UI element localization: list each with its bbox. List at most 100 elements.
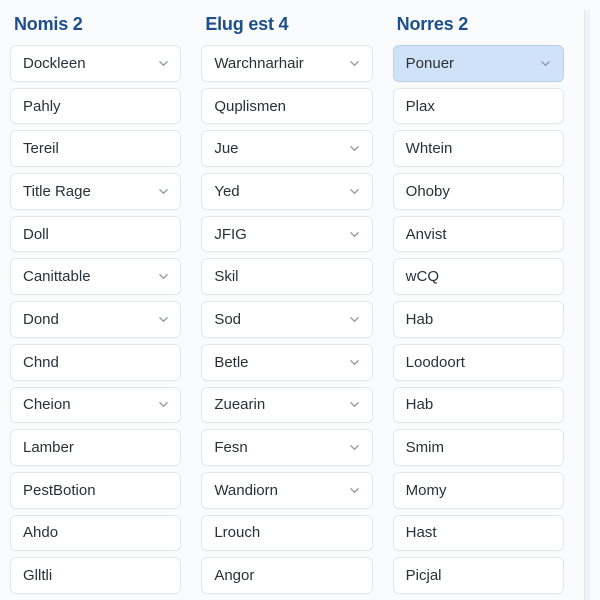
card-label: Hab: [406, 396, 434, 413]
chevron-down-icon: [539, 56, 553, 70]
chevron-down-icon: [156, 398, 170, 412]
column-nomis-2: Nomis 2 Dockleen Pahly Tereil Title Rage…: [10, 10, 181, 600]
card-item[interactable]: Smim: [393, 429, 564, 466]
card-label: Ohoby: [406, 183, 450, 200]
card-item[interactable]: Jue: [201, 130, 372, 167]
card-item[interactable]: Fesn: [201, 429, 372, 466]
card-label: Tereil: [23, 140, 59, 157]
card-item[interactable]: Chnd: [10, 344, 181, 381]
card-label: PestBotion: [23, 482, 96, 499]
chevron-down-icon: [156, 270, 170, 284]
card-item[interactable]: Quplismen: [201, 88, 372, 125]
card-item[interactable]: Tereil: [10, 130, 181, 167]
card-item[interactable]: JFIG: [201, 216, 372, 253]
card-label: Warchnarhair: [214, 55, 303, 72]
card-item[interactable]: Lamber: [10, 429, 181, 466]
chevron-down-icon: [348, 398, 362, 412]
card-label: Whtein: [406, 140, 453, 157]
card-item[interactable]: Ahdo: [10, 515, 181, 552]
card-label: Cheion: [23, 396, 71, 413]
card-item[interactable]: Pahly: [10, 88, 181, 125]
card-label: Picjal: [406, 567, 442, 584]
card-item[interactable]: Whtein: [393, 130, 564, 167]
card-label: Lamber: [23, 439, 74, 456]
card-label: Pahly: [23, 98, 61, 115]
card-label: Betle: [214, 354, 248, 371]
card-label: Momy: [406, 482, 447, 499]
card-item[interactable]: Ponuer: [393, 45, 564, 82]
column-header: Norres 2: [393, 10, 564, 45]
card-item[interactable]: Sod: [201, 301, 372, 338]
card-item[interactable]: Angor: [201, 557, 372, 594]
card-item[interactable]: Ohoby: [393, 173, 564, 210]
card-label: Glltli: [23, 567, 52, 584]
chevron-down-icon: [348, 142, 362, 156]
card-label: Chnd: [23, 354, 59, 371]
card-label: Ponuer: [406, 55, 454, 72]
chevron-down-icon: [156, 184, 170, 198]
column-header: Nomis 2: [10, 10, 181, 45]
card-label: Quplismen: [214, 98, 286, 115]
card-item[interactable]: Betle: [201, 344, 372, 381]
card-label: wCQ: [406, 268, 439, 285]
card-label: Canittable: [23, 268, 91, 285]
card-label: Dockleen: [23, 55, 86, 72]
chevron-down-icon: [348, 441, 362, 455]
card-item[interactable]: Cheion: [10, 387, 181, 424]
card-item[interactable]: Hab: [393, 387, 564, 424]
card-item[interactable]: Canittable: [10, 258, 181, 295]
card-item[interactable]: Skil: [201, 258, 372, 295]
card-label: Ahdo: [23, 524, 58, 541]
card-item[interactable]: Lrouch: [201, 515, 372, 552]
chevron-down-icon: [156, 312, 170, 326]
card-item[interactable]: Loodoort: [393, 344, 564, 381]
card-label: Hast: [406, 524, 437, 541]
board: Nomis 2 Dockleen Pahly Tereil Title Rage…: [0, 0, 600, 600]
card-label: Loodoort: [406, 354, 465, 371]
card-item[interactable]: Picjal: [393, 557, 564, 594]
column-header: Elug est 4: [201, 10, 372, 45]
chevron-down-icon: [348, 355, 362, 369]
edge-hint: [584, 10, 590, 600]
card-item[interactable]: Dond: [10, 301, 181, 338]
card-item[interactable]: Yed: [201, 173, 372, 210]
card-label: Lrouch: [214, 524, 260, 541]
chevron-down-icon: [348, 56, 362, 70]
chevron-down-icon: [348, 312, 362, 326]
card-item[interactable]: Anvist: [393, 216, 564, 253]
card-label: JFIG: [214, 226, 247, 243]
card-label: Dond: [23, 311, 59, 328]
card-item[interactable]: Hab: [393, 301, 564, 338]
card-label: Plax: [406, 98, 435, 115]
column-elug-est-4: Elug est 4 Warchnarhair Quplismen Jue Ye…: [201, 10, 372, 600]
card-label: Fesn: [214, 439, 247, 456]
card-label: Sod: [214, 311, 241, 328]
chevron-down-icon: [156, 56, 170, 70]
card-item[interactable]: Warchnarhair: [201, 45, 372, 82]
card-label: Doll: [23, 226, 49, 243]
card-label: Anvist: [406, 226, 447, 243]
card-label: Wandiorn: [214, 482, 278, 499]
column-norres-2: Norres 2 Ponuer Plax Whtein Ohoby Anvist…: [393, 10, 564, 600]
card-item[interactable]: PestBotion: [10, 472, 181, 509]
card-label: Zuearin: [214, 396, 265, 413]
card-label: Yed: [214, 183, 239, 200]
card-item[interactable]: wCQ: [393, 258, 564, 295]
card-label: Smim: [406, 439, 444, 456]
chevron-down-icon: [348, 227, 362, 241]
card-label: Title Rage: [23, 183, 91, 200]
card-item[interactable]: Wandiorn: [201, 472, 372, 509]
card-item[interactable]: Doll: [10, 216, 181, 253]
card-item[interactable]: Title Rage: [10, 173, 181, 210]
card-label: Jue: [214, 140, 238, 157]
card-item[interactable]: Momy: [393, 472, 564, 509]
card-item[interactable]: Plax: [393, 88, 564, 125]
card-label: Hab: [406, 311, 434, 328]
chevron-down-icon: [348, 184, 362, 198]
card-label: Angor: [214, 567, 254, 584]
card-item[interactable]: Hast: [393, 515, 564, 552]
card-label: Skil: [214, 268, 238, 285]
card-item[interactable]: Glltli: [10, 557, 181, 594]
card-item[interactable]: Zuearin: [201, 387, 372, 424]
card-item[interactable]: Dockleen: [10, 45, 181, 82]
